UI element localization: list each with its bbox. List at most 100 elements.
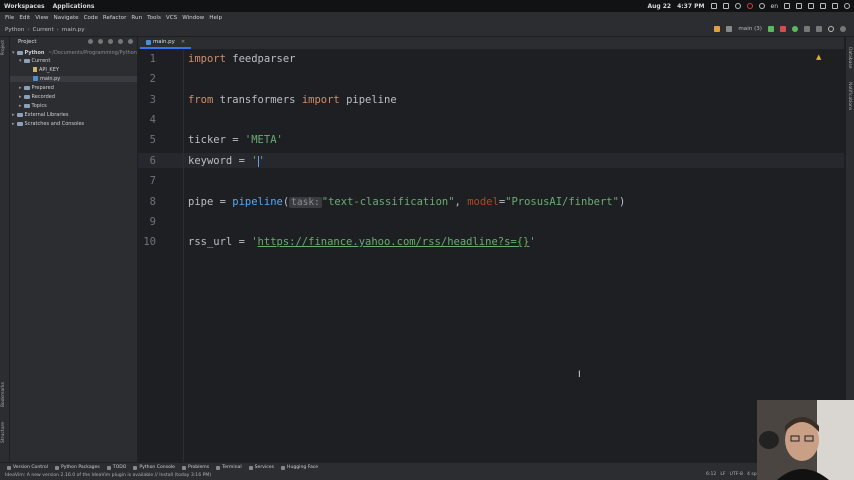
notifications-tool-button[interactable]: Notifications [847,82,852,110]
tool-python-packages[interactable]: Python Packages [54,465,100,470]
record-icon[interactable] [746,3,753,9]
library-icon [16,112,23,117]
tool-label: Python Packages [60,465,100,470]
breadcrumb-folder[interactable]: Current [33,27,54,33]
caret-position[interactable]: 6:12 [706,472,716,477]
screenshot-icon[interactable] [722,3,729,9]
clipboard-icon[interactable] [710,3,717,9]
search-icon[interactable] [828,26,834,32]
menu-code[interactable]: Code [84,15,98,21]
hide-icon[interactable] [128,39,133,44]
folder-icon [16,50,23,55]
file-encoding[interactable]: UTF-8 [730,472,743,477]
applications-menu[interactable]: Applications [53,3,95,10]
tool-label: Problems [188,465,210,470]
status-bar: IdeaVim: A new version 2.16.0 of the Ide… [0,471,854,480]
breadcrumb-file[interactable]: main.py [62,27,85,33]
code-line-8: pipe = pipeline(task: "text-classificatio… [188,196,625,208]
menu-help[interactable]: Help [209,15,222,21]
webcam-overlay [757,400,854,480]
tree-item-recorded[interactable]: ▸ Recorded [10,94,137,100]
tree-item-external-libraries[interactable]: ▸ External Libraries [10,112,137,118]
branch-selector[interactable]: main (3) [738,26,762,32]
tree-item-api-key[interactable]: API_KEY [10,67,137,73]
tree-item-label: Current [31,58,51,64]
os-time: 4:37 PM [677,2,705,10]
tool-hugging-face[interactable]: Hugging Face [280,465,318,470]
tool-todo[interactable]: TODO [106,465,126,470]
code-editor[interactable]: 1 2 3 4 5 6 7 8 9 10 import feedparser f… [138,50,844,462]
tree-item-scratches-and-consoles[interactable]: ▸ Scratches and Consoles [10,121,137,127]
menu-refactor[interactable]: Refactor [103,15,126,21]
keyword: from [188,94,214,106]
package-icon [54,465,59,470]
warning-icon[interactable]: ▲ [816,53,821,61]
run-icon[interactable] [768,26,774,32]
vcs-update-icon[interactable] [714,26,721,32]
gutter-divider [183,50,184,462]
profile-icon[interactable] [816,26,822,32]
options-icon[interactable] [118,39,123,44]
language-indicator[interactable]: en [771,3,779,10]
tree-item-main-py[interactable]: main.py [10,76,137,82]
collapse-all-icon[interactable] [108,39,113,44]
tool-version-control[interactable]: Version Control [7,465,48,470]
git-icon [7,465,11,470]
bluetooth-icon[interactable] [796,3,802,9]
database-tool-button[interactable]: Database [847,47,852,68]
tool-terminal[interactable]: Terminal [216,465,242,470]
monitor-icon[interactable] [784,3,790,9]
steam-icon[interactable] [734,3,741,9]
list-icon [106,465,111,470]
tool-problems[interactable]: Problems [182,465,209,470]
tree-item-topics[interactable]: ▸ Topics [10,103,137,109]
workspaces-menu[interactable]: Workspaces [4,3,45,10]
function-name: pipeline [232,196,283,208]
chevron-right-icon: ▸ [12,112,15,118]
network-icon[interactable] [820,3,826,9]
code-text: pipeline [339,94,397,106]
debug-icon[interactable] [792,26,798,32]
menu-edit[interactable]: Edit [19,15,30,21]
menu-navigate[interactable]: Navigate [54,15,79,21]
timer-icon[interactable] [758,3,765,9]
settings-icon[interactable] [840,26,846,32]
scratch-icon [16,121,23,126]
tab-main-py[interactable]: main.py × [140,37,192,49]
volume-icon[interactable] [808,3,814,9]
tree-item-prepared[interactable]: ▸ Prepared [10,85,137,91]
stop-icon[interactable] [780,26,786,32]
coverage-icon[interactable] [804,26,810,32]
menu-run[interactable]: Run [131,15,142,21]
line-separator[interactable]: LF [720,472,725,477]
menu-tools[interactable]: Tools [147,15,161,21]
project-pane-title[interactable]: Project [18,39,36,45]
bookmarks-tool-button[interactable]: Bookmarks [1,382,6,407]
status-message[interactable]: IdeaVim: A new version 2.16.0 of the Ide… [5,473,211,478]
python-file-icon [33,76,38,81]
tool-services[interactable]: Services [248,465,274,470]
parameter-hint: task: [289,197,322,208]
tree-root[interactable]: ▾ Python ~/Documents/Programming/Python [12,50,137,56]
project-pane-tools [88,39,133,44]
tree-item-label: Topics [31,103,47,109]
menu-window[interactable]: Window [182,15,204,21]
string-literal: "ProsusAI/finbert" [505,196,619,208]
close-icon[interactable]: × [181,39,186,45]
expand-all-icon[interactable] [98,39,103,44]
battery-icon[interactable] [832,3,838,9]
menu-file[interactable]: File [5,15,14,21]
tree-item-current[interactable]: ▾ Current [10,58,137,64]
breadcrumb-project[interactable]: Python [5,27,24,33]
project-tool-button[interactable]: Project [1,40,6,55]
code-line-6: keyword = '' [188,155,265,167]
structure-tool-button[interactable]: Structure [1,422,6,443]
code-text: feedparser [225,53,296,65]
menu-view[interactable]: View [35,15,48,21]
menu-vcs[interactable]: VCS [166,15,177,21]
url-link[interactable]: https://finance.yahoo.com/rss/headline?s… [258,236,530,248]
power-icon[interactable] [844,3,850,9]
tool-python-console[interactable]: Python Console [133,465,175,470]
locate-icon[interactable] [88,39,93,44]
git-branch-icon[interactable] [726,26,733,32]
